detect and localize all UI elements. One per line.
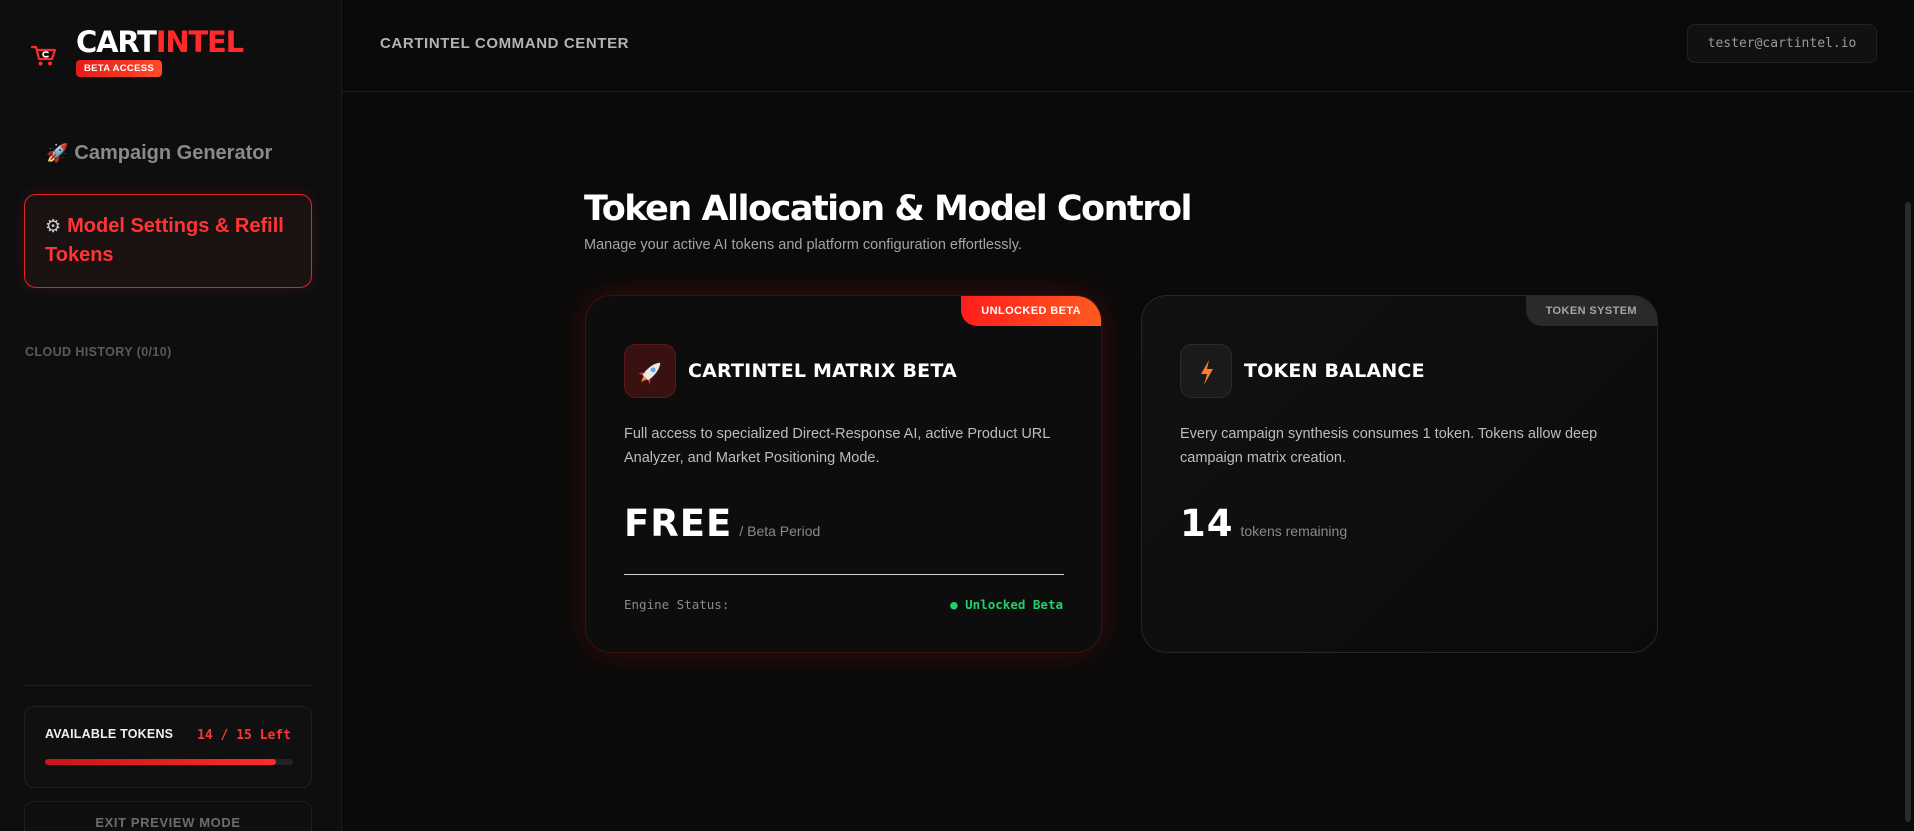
brand-logo[interactable]: CARTINTEL BETA ACCESS (30, 25, 244, 77)
page-title: Token Allocation & Model Control (584, 189, 1193, 229)
engine-status-label: Engine Status: (624, 597, 730, 612)
nav-model-label: Model Settings & Refill Tokens (45, 215, 284, 266)
scrollbar-thumb[interactable] (1905, 202, 1911, 822)
app-root: CARTINTEL BETA ACCESS 🚀 Campaign Generato… (0, 0, 1914, 831)
exit-preview-button[interactable]: EXIT PREVIEW MODE (24, 801, 312, 831)
brand-name: CARTINTEL (76, 25, 244, 59)
token-card-title: TOKEN BALANCE (1244, 360, 1425, 382)
matrix-beta-card: UNLOCKED BETA CARTINTEL MATRIX BETA Full… (585, 295, 1102, 653)
rocket-icon (638, 362, 661, 385)
matrix-card-title: CARTINTEL MATRIX BETA (688, 360, 957, 382)
nav-model-settings[interactable]: ⚙ Model Settings & Refill Tokens (24, 194, 312, 288)
top-header: CARTINTEL COMMAND CENTER tester@cartinte… (342, 0, 1914, 92)
token-progress-fill (45, 759, 277, 765)
matrix-icon-box (624, 344, 676, 398)
available-tokens-count: 14 / 15 Left (197, 728, 291, 743)
beta-access-badge: BETA ACCESS (76, 60, 162, 77)
token-amount-row: 14 tokens remaining (1180, 502, 1347, 545)
brand-name-part1: CART (76, 25, 157, 59)
token-progress-bar (45, 759, 293, 765)
cloud-history-title: CLOUD HISTORY (0/10) (25, 345, 172, 359)
matrix-price-row: FREE / Beta Period (624, 502, 820, 545)
token-system-ribbon: TOKEN SYSTEM (1525, 296, 1657, 326)
matrix-price: FREE (624, 502, 733, 545)
sidebar: CARTINTEL BETA ACCESS 🚀 Campaign Generato… (0, 0, 342, 831)
gear-icon: ⚙ (45, 216, 62, 237)
nav-campaign-label: Campaign Generator (74, 142, 273, 164)
page-subtitle: Manage your active AI tokens and platfor… (584, 237, 1022, 253)
header-title: CARTINTEL COMMAND CENTER (380, 35, 630, 52)
token-amount: 14 (1180, 502, 1234, 545)
token-card-description: Every campaign synthesis consumes 1 toke… (1180, 426, 1598, 466)
cart-icon (30, 45, 57, 66)
user-email-chip[interactable]: tester@cartintel.io (1687, 24, 1877, 63)
token-balance-card: TOKEN SYSTEM TOKEN BALANCE Every campaig… (1141, 295, 1658, 653)
unlocked-beta-ribbon: UNLOCKED BETA (961, 296, 1101, 326)
main-scrollbar[interactable] (1900, 92, 1914, 831)
token-amount-note: tokens remaining (1240, 523, 1348, 539)
nav-campaign-generator[interactable]: 🚀 Campaign Generator (24, 136, 312, 171)
rocket-icon: 🚀 (46, 143, 69, 164)
lightning-icon (1201, 360, 1213, 385)
matrix-price-note: / Beta Period (739, 523, 821, 539)
matrix-card-divider (624, 574, 1064, 575)
token-icon-box (1180, 344, 1232, 398)
available-tokens-panel: AVAILABLE TOKENS 14 / 15 Left (24, 706, 312, 788)
sidebar-divider (24, 685, 312, 686)
engine-status-value: ● Unlocked Beta (950, 597, 1063, 612)
brand-name-part2: INTEL (155, 25, 244, 59)
available-tokens-label: AVAILABLE TOKENS (45, 727, 174, 741)
matrix-card-description: Full access to specialized Direct-Respon… (624, 426, 1050, 466)
